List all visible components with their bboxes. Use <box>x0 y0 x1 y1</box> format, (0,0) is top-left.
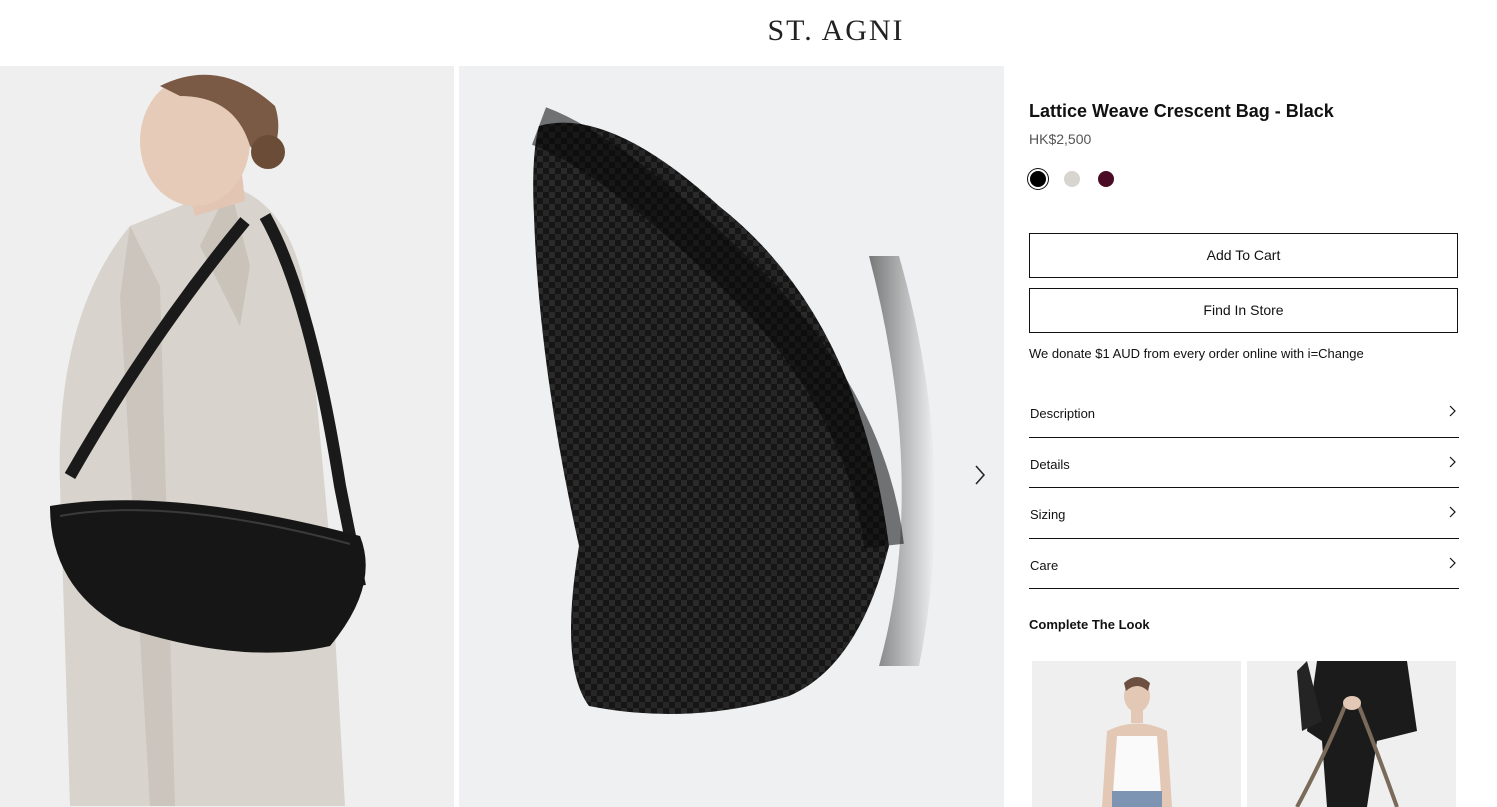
accordion-description[interactable]: Description <box>1029 387 1459 438</box>
accordion-care[interactable]: Care <box>1029 539 1459 589</box>
accordion-label: Details <box>1030 456 1070 472</box>
gallery-next-button[interactable] <box>968 462 992 488</box>
product-title: Lattice Weave Crescent Bag - Black <box>1029 101 1334 121</box>
product-accordion: Description Details Sizing Care <box>1029 387 1459 589</box>
accordion-details[interactable]: Details <box>1029 438 1459 488</box>
look-image-tank <box>1032 661 1241 807</box>
product-image-bag[interactable] <box>459 66 1004 807</box>
chevron-right-icon <box>1449 506 1456 518</box>
swatch-stone[interactable] <box>1064 171 1080 187</box>
product-panel: Lattice Weave Crescent Bag - Black HK$2,… <box>1029 98 1459 632</box>
chevron-right-icon <box>1449 405 1456 417</box>
add-to-cart-button[interactable]: Add To Cart <box>1029 233 1458 278</box>
look-card-holding-bag[interactable] <box>1247 661 1456 807</box>
model-illustration <box>0 66 454 807</box>
accordion-label: Description <box>1030 406 1096 421</box>
donation-note: We donate $1 AUD from every order online… <box>1029 346 1364 361</box>
chevron-right-icon <box>975 465 986 485</box>
product-price: HK$2,500 <box>1029 131 1092 147</box>
color-swatches <box>1029 171 1459 187</box>
swatch-burgundy[interactable] <box>1098 171 1114 187</box>
accordion-sizing[interactable]: Sizing <box>1029 488 1459 539</box>
product-image-model[interactable] <box>0 66 454 807</box>
complete-the-look-grid <box>1032 661 1456 807</box>
look-card-tank-top[interactable] <box>1032 661 1241 807</box>
bag-illustration <box>459 66 1004 807</box>
site-header: ST. AGNI <box>0 0 1497 66</box>
look-image-bag <box>1247 661 1456 807</box>
chevron-right-icon <box>1449 456 1456 467</box>
brand-logo[interactable]: ST. AGNI <box>0 14 1497 48</box>
complete-the-look-title: Complete The Look <box>1029 617 1150 632</box>
accordion-label: Care <box>1030 557 1059 573</box>
accordion-label: Sizing <box>1030 507 1066 522</box>
swatch-black[interactable] <box>1030 171 1046 187</box>
find-in-store-button[interactable]: Find In Store <box>1029 288 1458 333</box>
chevron-right-icon <box>1449 557 1456 568</box>
